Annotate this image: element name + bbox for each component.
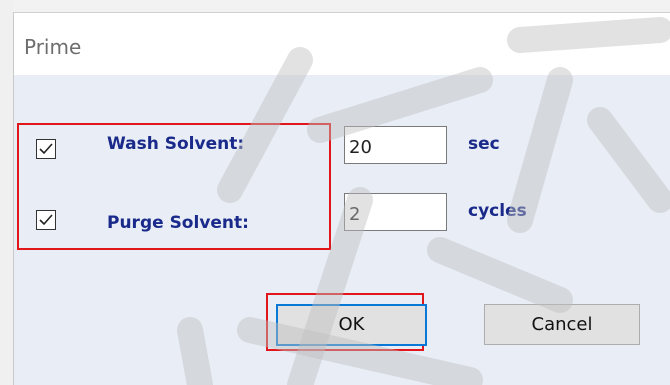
wash-solvent-unit: sec xyxy=(468,134,500,154)
prime-dialog: Prime Wash Solvent: 20 sec Purge Solvent… xyxy=(13,12,670,385)
wash-solvent-checkbox[interactable] xyxy=(36,139,56,159)
purge-solvent-label: Purge Solvent: xyxy=(107,213,249,233)
cancel-button[interactable]: Cancel xyxy=(484,304,640,345)
purge-solvent-input[interactable]: 2 xyxy=(344,193,447,231)
wash-solvent-input[interactable]: 20 xyxy=(344,126,447,164)
background-strip-left xyxy=(0,0,13,385)
checkmark-icon xyxy=(39,214,53,226)
checkmark-icon xyxy=(39,143,53,155)
background-strip-top xyxy=(0,0,670,12)
ok-button[interactable]: OK xyxy=(276,304,427,346)
purge-solvent-unit: cycles xyxy=(468,201,527,221)
wash-solvent-label: Wash Solvent: xyxy=(107,134,245,154)
dialog-title: Prime xyxy=(24,35,82,59)
purge-solvent-checkbox[interactable] xyxy=(36,210,56,230)
title-bar[interactable]: Prime xyxy=(14,13,670,75)
